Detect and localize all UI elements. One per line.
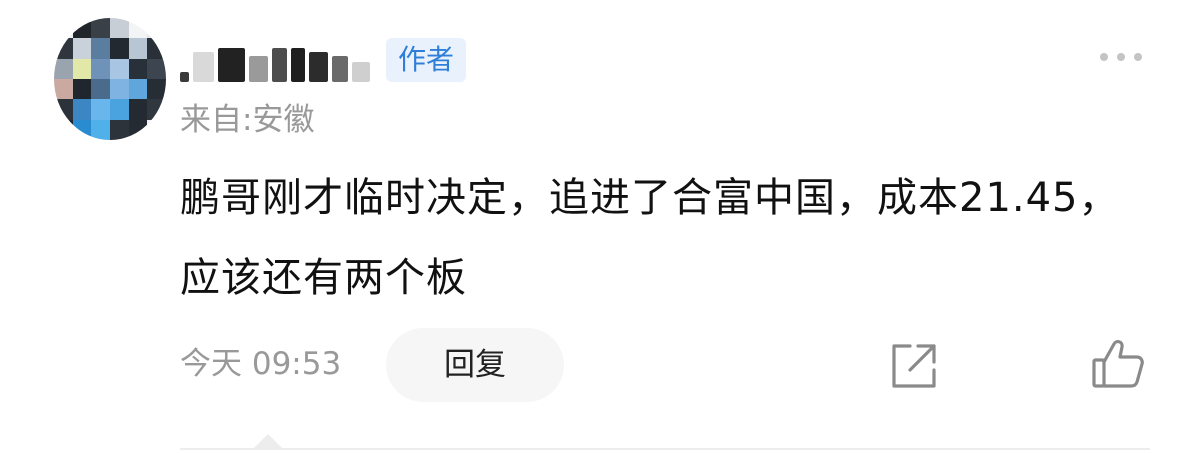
divider-notch [254,434,282,448]
reply-button[interactable]: 回复 [386,328,564,402]
more-dots-icon [1100,53,1108,61]
thumbs-up-icon [1092,340,1144,388]
divider [180,448,1150,450]
like-button[interactable] [1090,336,1146,392]
share-icon [892,344,936,388]
username-blurred[interactable] [180,38,370,82]
comment-text: 鹏哥刚才临时决定，追进了合富中国，成本21.45，应该还有两个板 [180,175,1120,301]
location-label: 来自:安徽 [180,102,315,138]
avatar[interactable] [54,18,166,140]
more-options-button[interactable] [1100,53,1142,61]
timestamp: 今天 09:53 [180,346,342,382]
author-badge: 作者 [386,38,467,82]
share-button[interactable] [888,340,940,392]
